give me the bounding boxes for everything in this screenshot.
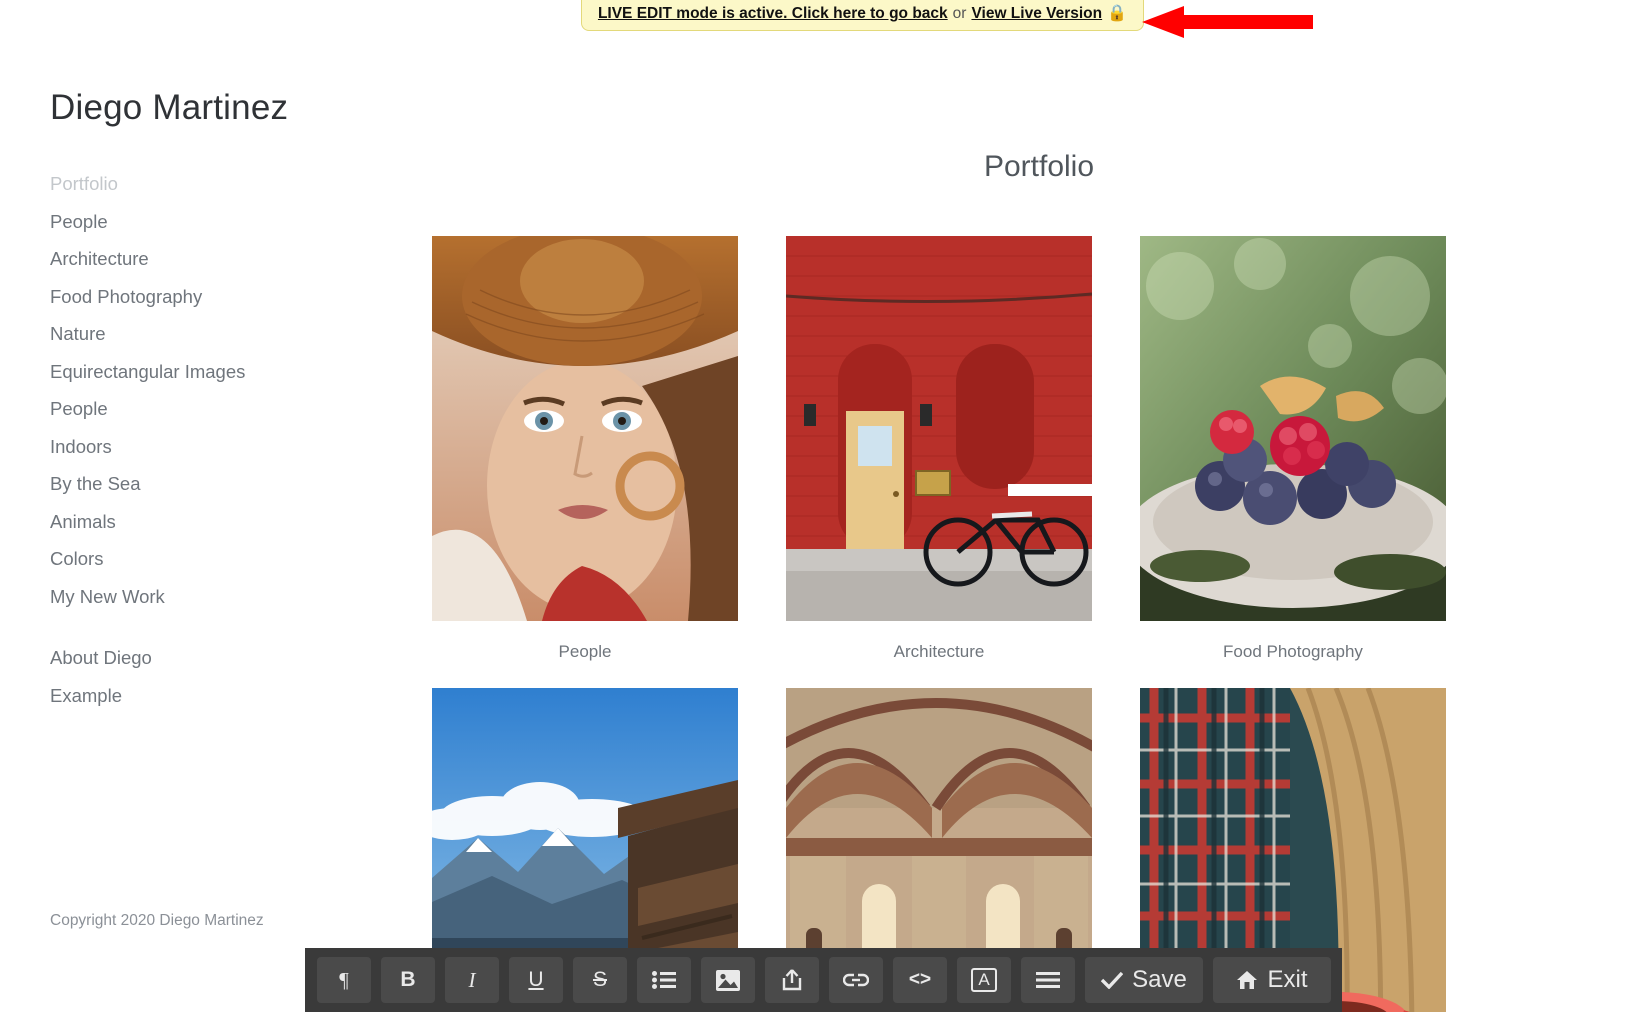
source-code-button[interactable]: <> — [893, 957, 947, 1003]
gallery-item[interactable]: Food Photography — [1140, 236, 1446, 662]
letter-a-icon: A — [971, 968, 996, 992]
sidebar-item-by-the-sea[interactable]: By the Sea — [50, 465, 141, 503]
underline-button[interactable]: U — [509, 957, 563, 1003]
sidebar-item-people-2[interactable]: People — [50, 390, 108, 428]
go-back-link[interactable]: LIVE EDIT mode is active. Click here to … — [598, 5, 948, 23]
thumbnail-berries-bowl[interactable] — [1140, 236, 1446, 621]
strikethrough-icon: S — [593, 968, 607, 992]
gallery-item[interactable]: People — [432, 236, 738, 662]
home-icon — [1236, 970, 1258, 990]
sidebar-divider-space — [50, 615, 380, 639]
underline-icon: U — [528, 968, 543, 992]
upload-icon — [781, 969, 803, 991]
sidebar: Diego Martinez Portfolio People Architec… — [50, 88, 380, 714]
gallery-item[interactable]: Architecture — [786, 236, 1092, 662]
sidebar-item-people[interactable]: People — [50, 203, 108, 241]
live-edit-banner-container: LIVE EDIT mode is active. Click here to … — [0, 0, 1629, 40]
exit-button[interactable]: Exit — [1213, 957, 1331, 1003]
align-button[interactable] — [1021, 957, 1075, 1003]
sidebar-item-nature[interactable]: Nature — [50, 315, 106, 353]
editor-toolbar: ¶ B I U S — [305, 948, 1342, 1012]
sidebar-item-example[interactable]: Example — [50, 677, 122, 715]
sidebar-item-colors[interactable]: Colors — [50, 540, 103, 578]
sidebar-item-architecture[interactable]: Architecture — [50, 240, 149, 278]
lock-icon: 🔒 — [1107, 6, 1127, 22]
thumbnail-portrait-woman-straw-hat[interactable] — [432, 236, 738, 621]
gallery-caption: Food Photography — [1140, 621, 1446, 662]
gallery-caption: Architecture — [786, 621, 1092, 662]
save-label: Save — [1132, 966, 1187, 994]
paragraph-icon: ¶ — [339, 968, 349, 993]
thumbnail-red-brick-building-bicycle[interactable] — [786, 236, 1092, 621]
portfolio-grid: People — [432, 236, 1530, 1012]
italic-button[interactable]: I — [445, 957, 499, 1003]
sidebar-item-my-new-work[interactable]: My New Work — [50, 578, 165, 616]
sidebar-item-food-photography[interactable]: Food Photography — [50, 278, 202, 316]
image-icon — [716, 970, 740, 991]
code-icon: <> — [909, 969, 931, 991]
align-icon — [1036, 972, 1060, 988]
sidebar-item-equirectangular-images[interactable]: Equirectangular Images — [50, 353, 245, 391]
text-style-button[interactable]: A — [957, 957, 1011, 1003]
main-content: Portfolio — [420, 150, 1530, 1012]
italic-icon: I — [469, 968, 476, 993]
insert-image-button[interactable] — [701, 957, 755, 1003]
page-title: Portfolio — [548, 150, 1530, 184]
copyright-text: Copyright 2020 Diego Martinez — [50, 912, 264, 930]
sidebar-item-indoors[interactable]: Indoors — [50, 428, 112, 466]
sidebar-item-animals[interactable]: Animals — [50, 503, 116, 541]
bullet-list-icon — [652, 971, 676, 989]
link-icon — [843, 972, 869, 988]
checkmark-icon — [1101, 971, 1123, 989]
sidebar-item-about-diego[interactable]: About Diego — [50, 639, 152, 677]
banner-or-label: or — [953, 5, 967, 23]
view-live-version-link[interactable]: View Live Version — [971, 5, 1102, 23]
upload-button[interactable] — [765, 957, 819, 1003]
insert-link-button[interactable] — [829, 957, 883, 1003]
site-title: Diego Martinez — [50, 88, 380, 128]
strikethrough-button[interactable]: S — [573, 957, 627, 1003]
sidebar-item-portfolio[interactable]: Portfolio — [50, 165, 118, 203]
paragraph-button[interactable]: ¶ — [317, 957, 371, 1003]
gallery-caption: People — [432, 621, 738, 662]
save-button[interactable]: Save — [1085, 957, 1203, 1003]
red-arrow-annotation — [1140, 4, 1315, 40]
exit-label: Exit — [1267, 966, 1307, 994]
live-edit-banner: LIVE EDIT mode is active. Click here to … — [581, 0, 1144, 31]
bold-button[interactable]: B — [381, 957, 435, 1003]
bold-icon: B — [400, 968, 415, 992]
bullet-list-button[interactable] — [637, 957, 691, 1003]
